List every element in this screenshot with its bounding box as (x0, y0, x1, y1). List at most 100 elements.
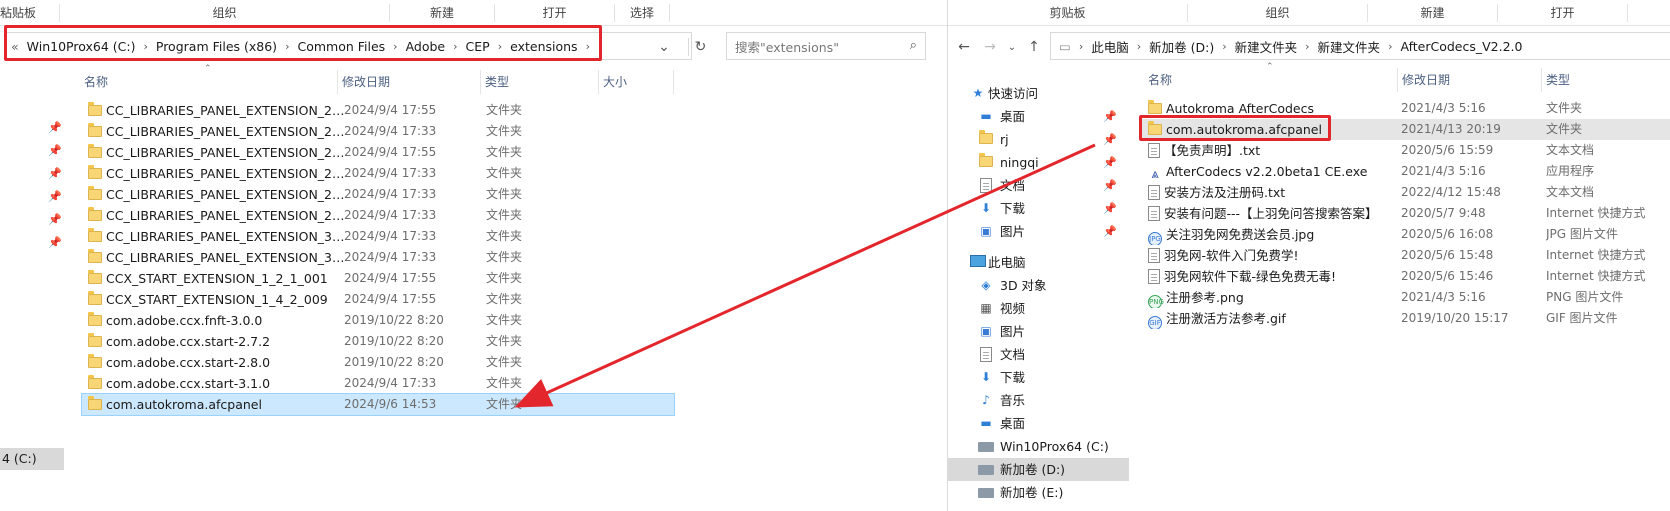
pin-icon[interactable]: 📌 (48, 139, 62, 162)
pin-icon[interactable]: 📌 (48, 231, 62, 254)
breadcrumb-segment[interactable]: Common Files (293, 33, 389, 59)
file-row[interactable]: com.adobe.ccx.start-2.8.0 2019/10/22 8:20… (82, 352, 674, 373)
breadcrumb-segment[interactable]: 此电脑 (1087, 33, 1133, 59)
file-row[interactable]: CC_LIBRARIES_PANEL_EXTENSION_2_... 2024/9… (82, 121, 674, 142)
ribbon-group-clipboard[interactable]: 粘贴板 (0, 4, 60, 22)
column-header-date[interactable]: 修改日期 (1398, 68, 1542, 92)
file-row[interactable]: 羽免网-软件入门免费学! 2020/5/6 15:48 Internet 快捷方式 (1142, 245, 1670, 266)
file-row[interactable]: GIF 注册激活方法参考.gif 2019/10/20 15:17 GIF 图片文件 (1142, 308, 1670, 329)
nav-desktop[interactable]: ▬ 桌面 📌 (948, 105, 1129, 128)
breadcrumb-segment[interactable]: Adobe (402, 33, 450, 59)
nav-drive-c[interactable]: 4 (C:) (0, 448, 64, 470)
ribbon-group-select[interactable]: 选择 (615, 4, 670, 22)
address-dropdown-icon[interactable]: ⌄ (654, 38, 674, 56)
file-row[interactable]: CC_LIBRARIES_PANEL_EXTENSION_2_... 2024/9… (82, 163, 674, 184)
file-row[interactable]: CC_LIBRARIES_PANEL_EXTENSION_2_... 2024/9… (82, 205, 674, 226)
column-header-type[interactable]: 类型 (481, 70, 599, 94)
file-row[interactable]: 安装方法及注册码.txt 2022/4/12 15:48 文本文档 (1142, 182, 1670, 203)
breadcrumb-segment[interactable]: Program Files (x86) (152, 33, 281, 59)
up-arrow-icon[interactable]: ↑ (1024, 38, 1044, 56)
nav-videos[interactable]: ▦ 视频 (948, 297, 1129, 320)
ribbon-group-organize[interactable]: 组织 (60, 4, 390, 22)
file-row[interactable]: PNG 注册参考.png 2021/4/3 5:16 PNG 图片文件 (1142, 287, 1670, 308)
file-row[interactable]: CC_LIBRARIES_PANEL_EXTENSION_3_... 2024/9… (82, 247, 674, 268)
nav-pictures-pc[interactable]: ▣ 图片 (948, 320, 1129, 343)
pin-icon[interactable]: 📌 (1103, 105, 1117, 128)
nav-drive-e[interactable]: 新加卷 (E:) (948, 481, 1129, 504)
pin-icon[interactable]: 📌 (1103, 151, 1117, 174)
file-row[interactable]: ⩓ AfterCodecs v2.2.0beta1 CE.exe 2021/4/3… (1142, 161, 1670, 182)
nav-documents[interactable]: 文档 📌 (948, 174, 1129, 197)
file-date: 2024/9/4 17:55 (344, 271, 437, 285)
file-row[interactable]: JPG 关注羽免网免费送会员.jpg 2020/5/6 16:08 JPG 图片文件 (1142, 224, 1670, 245)
breadcrumb-segment[interactable]: extensions (506, 33, 581, 59)
pin-icon[interactable]: 📌 (48, 116, 62, 139)
file-row-hovered[interactable]: com.autokroma.afcpanel 2021/4/13 20:19 文件夹 (1142, 119, 1670, 140)
breadcrumb-overflow[interactable]: « (7, 33, 23, 59)
file-row[interactable]: com.adobe.ccx.start-3.1.0 2024/9/4 17:33 文… (82, 373, 674, 394)
file-row[interactable]: com.adobe.ccx.start-2.7.2 2019/10/22 8:20… (82, 331, 674, 352)
file-date: 2024/9/4 17:33 (344, 166, 437, 180)
left-search-input[interactable]: 搜索"extensions" ⌕ (726, 32, 926, 60)
nav-folder-rj[interactable]: rj 📌 (948, 128, 1129, 151)
column-header-date[interactable]: 修改日期 (338, 70, 481, 94)
ribbon-group-organize[interactable]: 组织 (1188, 4, 1368, 22)
file-row[interactable]: com.adobe.ccx.fnft-3.0.0 2019/10/22 8:20 文… (82, 310, 674, 331)
breadcrumb-segment[interactable]: 新加卷 (D:) (1145, 33, 1218, 59)
file-row[interactable]: 羽免网软件下载-绿色免费无毒! 2020/5/6 15:46 Internet 快捷… (1142, 266, 1670, 287)
nav-folder-ningqi[interactable]: ningqi 📌 (948, 151, 1129, 174)
breadcrumb-segment[interactable]: Win10Prox64 (C:) (23, 33, 140, 59)
file-row[interactable]: Autokroma AfterCodecs 2021/4/3 5:16 文件夹 (1142, 98, 1670, 119)
ribbon-group-open[interactable]: 打开 (1498, 4, 1628, 22)
ribbon-group-open[interactable]: 打开 (495, 4, 615, 22)
file-row-selected[interactable]: com.autokroma.afcpanel 2024/9/6 14:53 文件夹 (81, 393, 675, 416)
nav-pictures[interactable]: ▣ 图片 📌 (948, 220, 1129, 243)
breadcrumb-segment[interactable]: 新建文件夹 (1231, 33, 1302, 59)
file-row[interactable]: CC_LIBRARIES_PANEL_EXTENSION_3_... 2024/9… (82, 226, 674, 247)
nav-downloads-pc[interactable]: ⬇ 下载 (948, 366, 1129, 389)
breadcrumb-segment[interactable]: AfterCodecs_V2.2.0 (1396, 33, 1526, 59)
right-address-bar[interactable]: ▭ › 此电脑 › 新加卷 (D:) › 新建文件夹 › 新建文件夹 › Aft… (1050, 32, 1670, 60)
nav-3d-objects[interactable]: ◈ 3D 对象 (948, 274, 1129, 297)
breadcrumb-segment[interactable]: 新建文件夹 (1314, 33, 1385, 59)
column-header-size[interactable]: 大小 (599, 70, 674, 94)
nav-desktop-pc[interactable]: ▬ 桌面 (948, 412, 1129, 435)
folder-icon (88, 165, 102, 179)
nav-quick-access[interactable]: ★ 快速访问 (948, 82, 1129, 105)
breadcrumb-segment[interactable]: CEP (462, 33, 494, 59)
forward-arrow-icon[interactable]: → (980, 38, 1000, 56)
nav-drive-c[interactable]: Win10Prox64 (C:) (948, 435, 1129, 458)
file-row[interactable]: CC_LIBRARIES_PANEL_EXTENSION_2_... 2024/9… (82, 142, 674, 163)
refresh-icon[interactable]: ↻ (688, 38, 712, 56)
file-name: 注册激活方法参考.gif (1165, 311, 1286, 326)
pin-icon[interactable]: 📌 (48, 208, 62, 231)
application-icon: ⩓ (1151, 167, 1159, 182)
file-row[interactable]: 安装有问题---【上羽免问答搜索答案】 2020/5/7 9:48 Internet… (1142, 203, 1670, 224)
back-arrow-icon[interactable]: ← (954, 38, 974, 56)
file-type: 文件夹 (486, 187, 523, 201)
file-row[interactable]: CCX_START_EXTENSION_1_2_1_001 2024/9/4 17… (82, 268, 674, 289)
file-row[interactable]: CC_LIBRARIES_PANEL_EXTENSION_2_... 2024/9… (82, 184, 674, 205)
ribbon-group-new[interactable]: 新建 (390, 4, 495, 22)
pin-icon[interactable]: 📌 (1103, 128, 1117, 151)
ribbon-group-new[interactable]: 新建 (1368, 4, 1498, 22)
file-row[interactable]: CC_LIBRARIES_PANEL_EXTENSION_2_... 2024/9… (82, 100, 674, 121)
column-header-type[interactable]: 类型 (1542, 68, 1670, 92)
left-address-bar[interactable]: « Win10Prox64 (C:) › Program Files (x86)… (6, 32, 692, 60)
nav-drive-d[interactable]: 新加卷 (D:) (948, 458, 1129, 481)
pin-icon[interactable]: 📌 (48, 185, 62, 208)
pin-icon[interactable]: 📌 (1103, 174, 1117, 197)
ribbon-group-clipboard[interactable]: 剪贴板 (948, 4, 1188, 22)
recent-dropdown-icon[interactable]: ⌄ (1004, 38, 1020, 56)
pin-icon[interactable]: 📌 (48, 162, 62, 185)
file-row[interactable]: 【免责声明】.txt 2020/5/6 15:59 文本文档 (1142, 140, 1670, 161)
file-type: Internet 快捷方式 (1546, 248, 1646, 262)
desktop-icon: ▬ (980, 109, 992, 123)
nav-music[interactable]: ♪ 音乐 (948, 389, 1129, 412)
nav-documents-pc[interactable]: 文档 (948, 343, 1129, 366)
pin-icon[interactable]: 📌 (1103, 220, 1117, 243)
nav-this-pc[interactable]: 此电脑 (948, 251, 1129, 274)
pin-icon[interactable]: 📌 (1103, 197, 1117, 220)
file-row[interactable]: CCX_START_EXTENSION_1_4_2_009 2024/9/4 17… (82, 289, 674, 310)
nav-downloads[interactable]: ⬇ 下载 📌 (948, 197, 1129, 220)
